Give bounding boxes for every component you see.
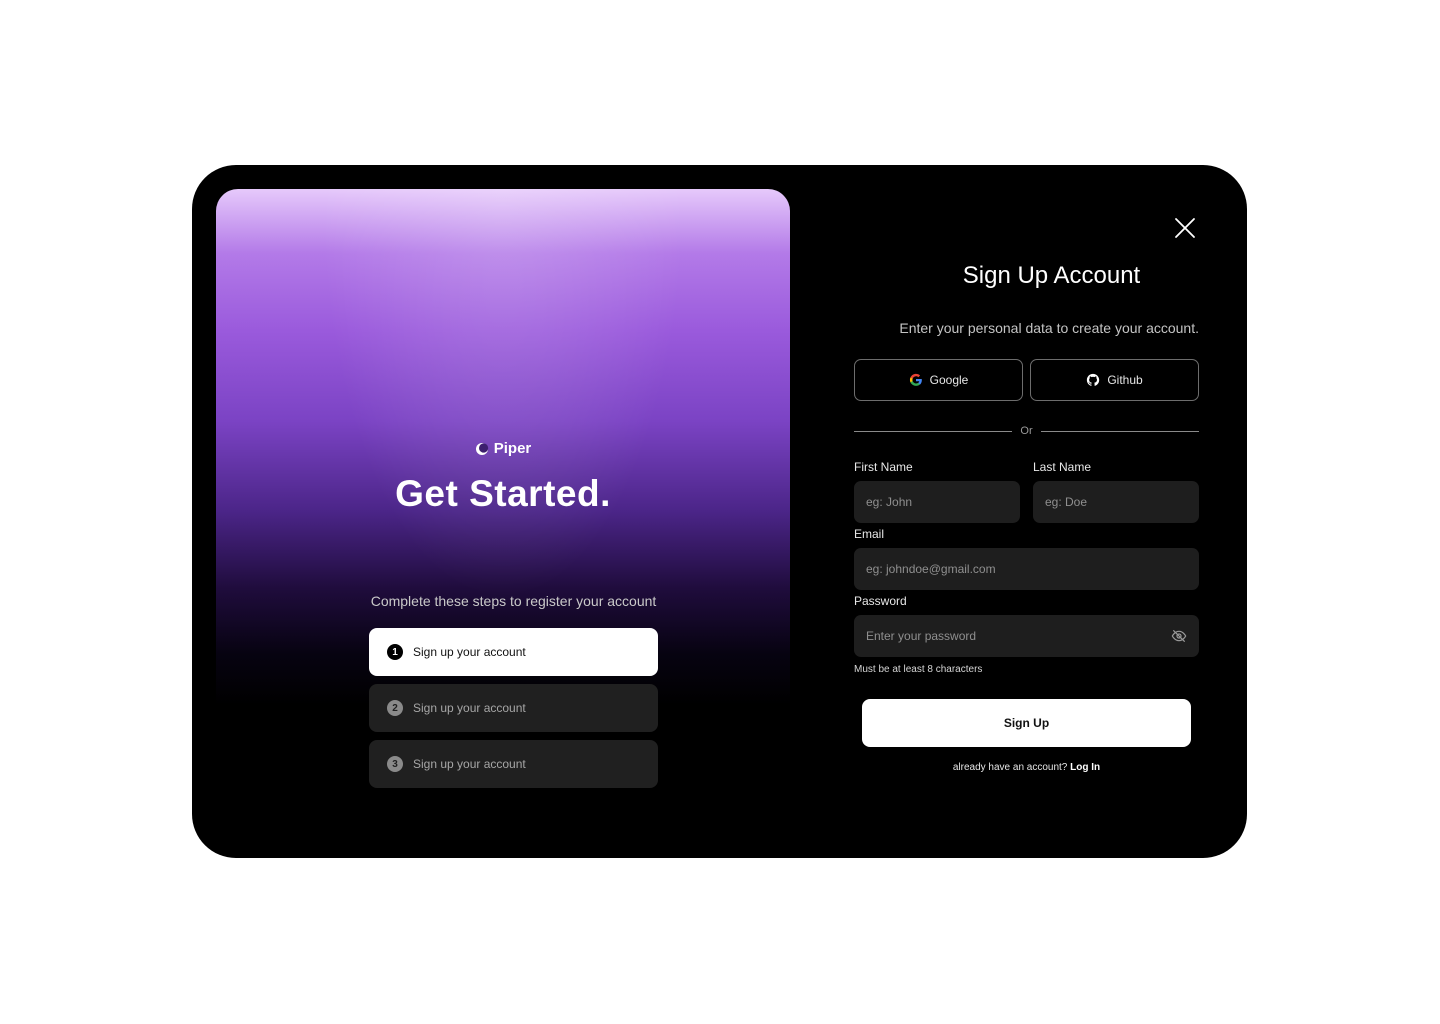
or-divider: Or bbox=[854, 424, 1200, 438]
password-field[interactable] bbox=[854, 615, 1199, 657]
divider-line bbox=[1040, 430, 1200, 432]
last-name-field[interactable] bbox=[1033, 481, 1199, 523]
step-item-2[interactable]: 2 Sign up your account bbox=[369, 684, 658, 732]
eye-off-icon[interactable] bbox=[1171, 628, 1187, 644]
password-hint: Must be at least 8 characters bbox=[854, 664, 983, 675]
sign-up-button[interactable]: Sign Up bbox=[862, 699, 1191, 747]
divider-label: Or bbox=[1020, 425, 1033, 437]
email-label: Email bbox=[854, 527, 885, 541]
login-prompt: already have an account? Log In bbox=[862, 762, 1191, 773]
signup-modal: Piper Get Started. Complete these steps … bbox=[192, 165, 1247, 858]
hero-title: Get Started. bbox=[395, 473, 611, 514]
step-label: Sign up your account bbox=[413, 757, 526, 771]
step-number-badge: 3 bbox=[387, 756, 403, 772]
google-button-label: Google bbox=[929, 373, 969, 387]
last-name-label: Last Name bbox=[1033, 460, 1092, 474]
google-icon bbox=[909, 373, 922, 386]
steps-caption: Complete these steps to register your ac… bbox=[370, 593, 657, 609]
step-item-3[interactable]: 3 Sign up your account bbox=[369, 740, 658, 788]
first-name-label: First Name bbox=[854, 460, 913, 474]
step-label: Sign up your account bbox=[413, 645, 526, 659]
login-link[interactable]: Log In bbox=[1070, 762, 1100, 773]
step-label: Sign up your account bbox=[413, 701, 526, 715]
github-button-label: Github bbox=[1107, 373, 1143, 387]
form-title: Sign Up Account bbox=[962, 262, 1141, 289]
brand-logo: Piper bbox=[216, 440, 790, 457]
github-signin-button[interactable]: Github bbox=[1030, 359, 1199, 401]
step-number-badge: 1 bbox=[387, 644, 403, 660]
email-field[interactable] bbox=[854, 548, 1199, 590]
login-prompt-text: already have an account? bbox=[952, 762, 1068, 773]
divider-line bbox=[854, 430, 1013, 432]
form-subtitle: Enter your personal data to create your … bbox=[899, 320, 1199, 336]
github-icon bbox=[1087, 373, 1100, 386]
piper-logo-icon bbox=[475, 442, 488, 455]
first-name-field[interactable] bbox=[854, 481, 1020, 523]
password-label: Password bbox=[854, 594, 907, 608]
close-icon[interactable] bbox=[1173, 216, 1197, 240]
step-item-1[interactable]: 1 Sign up your account bbox=[369, 628, 658, 676]
hero-panel: Piper Get Started. Complete these steps … bbox=[216, 189, 790, 834]
step-number-badge: 2 bbox=[387, 700, 403, 716]
google-signin-button[interactable]: Google bbox=[854, 359, 1023, 401]
brand-name: Piper bbox=[493, 440, 532, 457]
